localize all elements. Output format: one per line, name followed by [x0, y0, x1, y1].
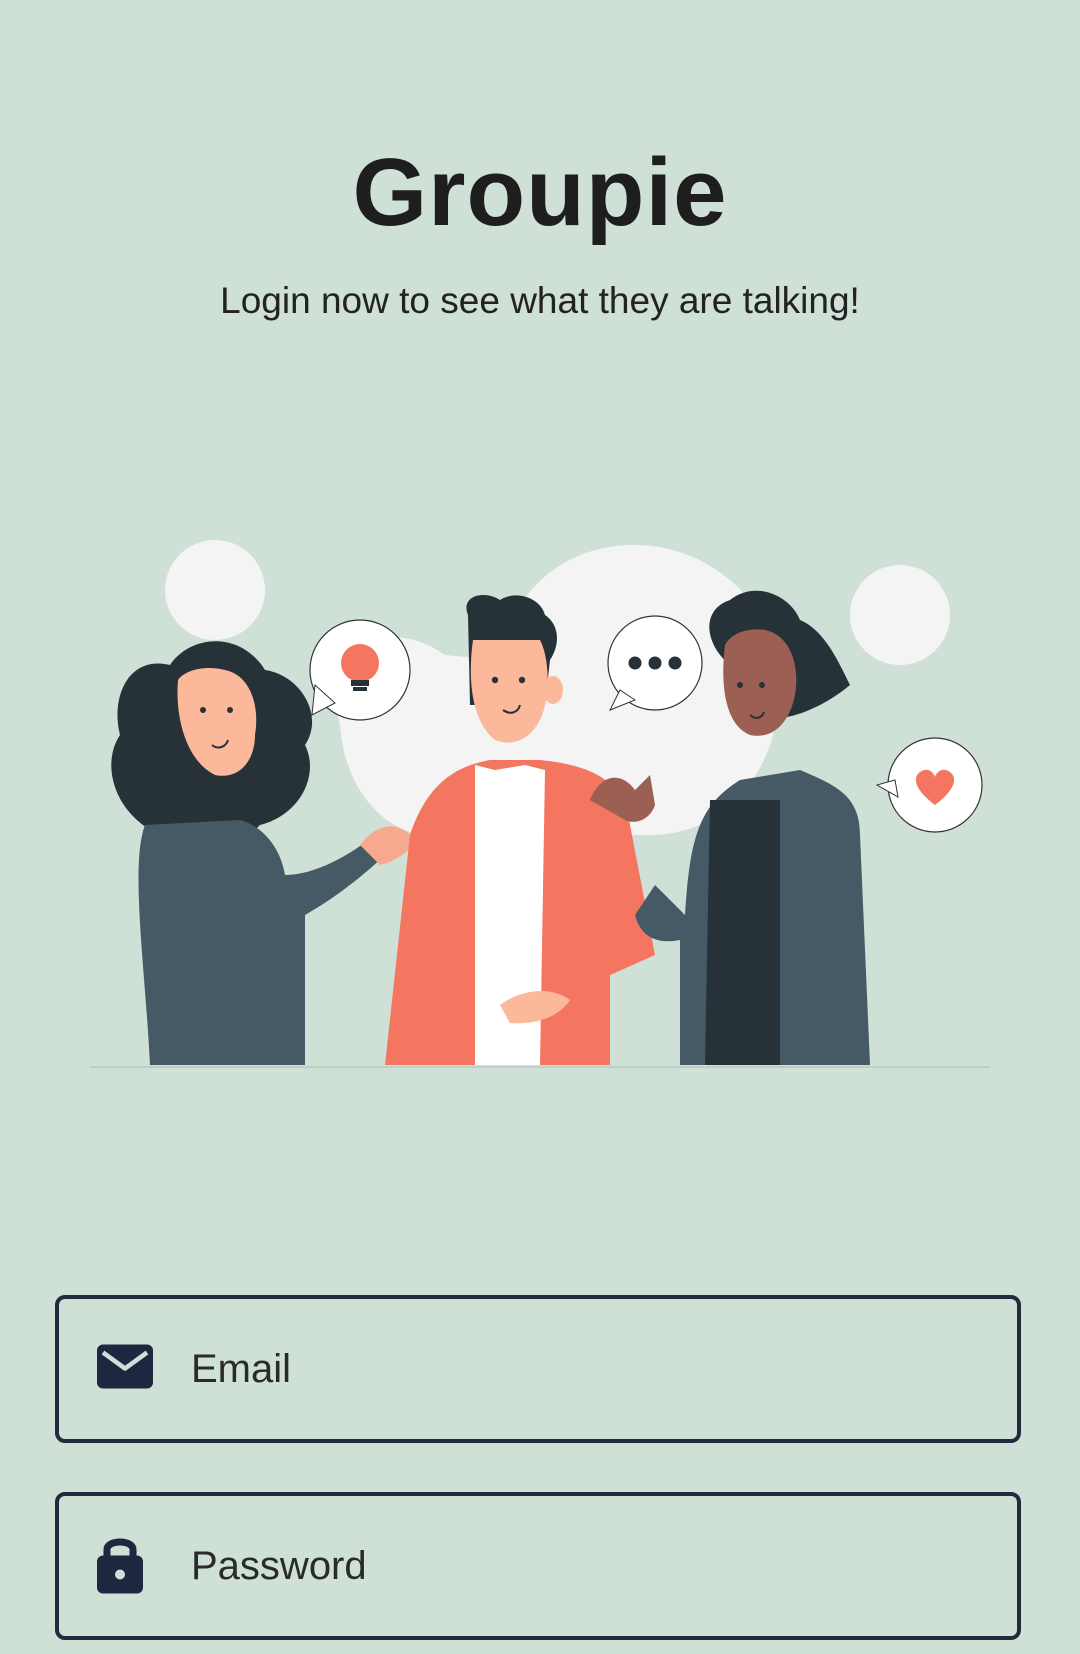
- lock-icon: [97, 1534, 143, 1599]
- people-talking-illustration: [90, 540, 990, 1068]
- typing-bubble-icon: [607, 615, 703, 711]
- heart-bubble-icon: [875, 737, 983, 833]
- email-input[interactable]: [189, 1299, 997, 1439]
- login-subtitle: Login now to see what they are talking!: [220, 280, 860, 321]
- email-field[interactable]: [55, 1295, 1021, 1443]
- envelope-icon: [97, 1344, 153, 1394]
- password-input[interactable]: [189, 1496, 997, 1636]
- app-title: Groupie: [352, 139, 728, 246]
- password-field[interactable]: [55, 1492, 1021, 1640]
- lightbulb-bubble-icon: [309, 619, 411, 721]
